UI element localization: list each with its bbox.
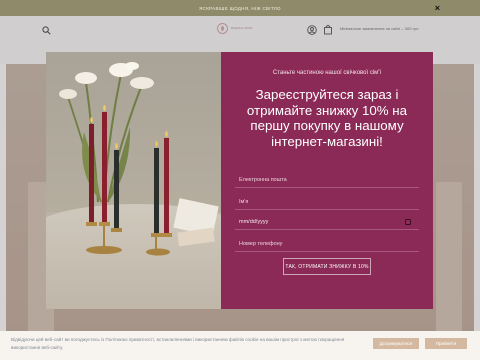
submit-button[interactable]: ТАК, ОТРИМАТИ ЗНИЖКУ В 10%: [283, 258, 371, 275]
name-placeholder: Ім'я: [239, 198, 249, 205]
calendar-icon[interactable]: [405, 218, 411, 225]
candles-photo: [46, 52, 221, 309]
promo-text: ЯСКРАВІШЕ ЩОДНЯ, НІЖ СВІТЛО: [199, 5, 281, 11]
date-value: mm/dd/yyyy: [239, 218, 269, 225]
signup-form: × Станьте частиною нашої свічкової сім'ї…: [221, 52, 433, 309]
promo-bar: ЯСКРАВІШЕ ЩОДНЯ, НІЖ СВІТЛО ×: [0, 0, 480, 16]
phone-field[interactable]: Номер телефону: [235, 236, 419, 252]
signup-modal: × Станьте частиною нашої свічкової сім'ї…: [46, 52, 433, 309]
cookie-settings-button[interactable]: Дотримуватися: [373, 338, 419, 349]
birthdate-field[interactable]: mm/dd/yyyy: [235, 214, 419, 230]
modal-kicker: Станьте частиною нашої свічкової сім'ї: [272, 70, 382, 76]
email-placeholder: Електронна пошта: [239, 176, 287, 183]
candles-illustration: [59, 62, 219, 256]
cookie-accept-button[interactable]: Прийняти: [425, 338, 467, 349]
email-field[interactable]: Електронна пошта: [235, 172, 419, 188]
promo-close-icon[interactable]: ×: [435, 3, 440, 13]
phone-placeholder: Номер телефону: [239, 240, 283, 247]
cookie-text: Відвідуючи цей веб-сайт ви погоджуєтесь …: [11, 337, 345, 350]
name-field[interactable]: Ім'я: [235, 194, 419, 210]
modal-headline: Зареєструйтеся зараз і отримайте знижку …: [246, 87, 408, 149]
cookie-banner: Відвідуючи цей веб-сайт ви погоджуєтесь …: [0, 331, 480, 360]
